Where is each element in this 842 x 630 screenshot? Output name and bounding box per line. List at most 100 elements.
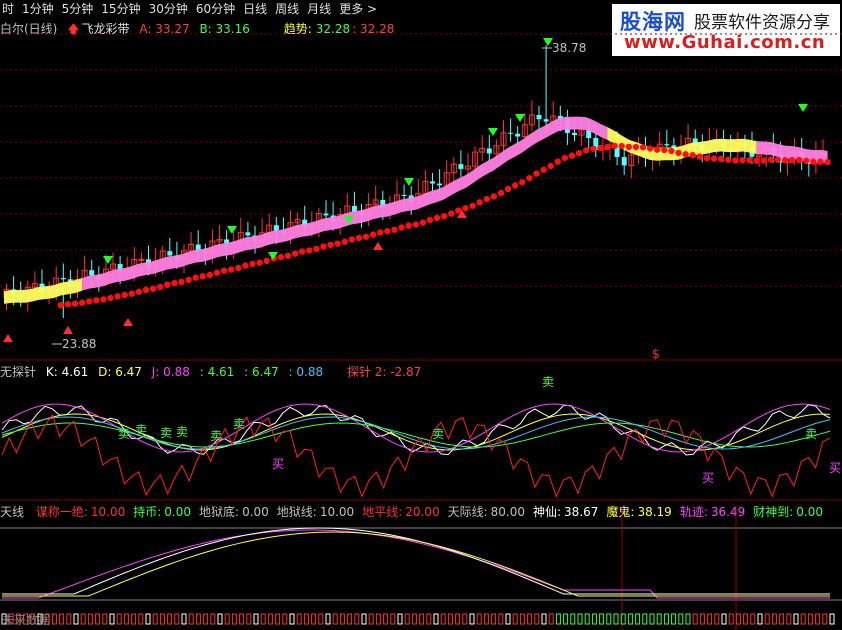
trend-dot xyxy=(448,210,455,217)
trend-dot xyxy=(57,301,64,309)
candle-body xyxy=(543,119,549,122)
volume-bar xyxy=(303,613,309,625)
trend-dot xyxy=(590,145,597,152)
trend-dot xyxy=(149,285,157,292)
trend-dot xyxy=(256,259,263,266)
volume-bar xyxy=(591,613,597,625)
trend-dot xyxy=(398,224,405,231)
candle-body xyxy=(437,183,443,186)
candle-body xyxy=(486,148,492,154)
trend-dot xyxy=(760,157,767,164)
trend-dot xyxy=(512,182,519,189)
trend-dot xyxy=(767,156,774,163)
trend-dot xyxy=(263,257,270,265)
buy-signal-label: 买 xyxy=(272,457,284,471)
trend-dot xyxy=(206,271,214,279)
volume-bar xyxy=(145,613,151,625)
volume-bar xyxy=(217,613,223,625)
trend-dot xyxy=(78,299,86,306)
down-arrow-icon xyxy=(515,114,525,122)
volume-bar xyxy=(87,613,93,625)
trend-dot xyxy=(646,145,654,152)
trend-dot xyxy=(142,286,150,294)
up-arrow-icon xyxy=(63,326,73,334)
volume-bar xyxy=(275,613,281,625)
candle-body xyxy=(138,258,145,261)
sell-signal-label: 卖 xyxy=(176,425,188,439)
volume-bar xyxy=(721,613,727,625)
volume-bar xyxy=(570,613,576,625)
volume-bar xyxy=(613,613,619,625)
trend-dot xyxy=(341,238,348,245)
trend-dot xyxy=(299,248,306,255)
sell-signal-label: 卖 xyxy=(432,427,444,441)
trend-dot xyxy=(810,158,817,165)
trend-dot xyxy=(774,156,782,163)
trend-dot xyxy=(93,297,100,304)
volume-bar xyxy=(534,613,540,625)
volume-bar xyxy=(318,613,324,625)
trend-dot xyxy=(107,294,114,302)
trend-dot xyxy=(710,155,718,162)
trend-dot xyxy=(242,262,249,269)
trend-dot xyxy=(739,157,746,164)
volume-bar xyxy=(102,613,108,625)
volume-bar xyxy=(433,613,439,625)
volume-bar xyxy=(807,613,813,625)
trend-dot xyxy=(64,301,72,308)
volume-bar xyxy=(642,613,648,625)
volume-bar xyxy=(447,613,453,625)
volume-bar xyxy=(404,613,410,625)
volume-bar xyxy=(95,613,101,625)
sell-signal-label: 卖 xyxy=(210,429,222,443)
up-arrow-icon xyxy=(123,318,133,326)
volume-bar xyxy=(368,613,374,625)
sell-signal-label: 卖 xyxy=(118,427,130,441)
buy-signal-label: 买 xyxy=(829,461,841,475)
down-arrow-icon xyxy=(404,178,414,186)
candle-body xyxy=(351,205,357,212)
trend-dot xyxy=(824,158,831,166)
trend-dot xyxy=(817,158,824,165)
volume-bar xyxy=(159,613,165,625)
volume-bar xyxy=(397,613,403,625)
trend-dot xyxy=(426,216,434,224)
trend-dot xyxy=(391,226,398,233)
trend-dot xyxy=(504,185,512,193)
volume-bar xyxy=(750,613,756,625)
volume-bar xyxy=(440,613,446,625)
volume-bar xyxy=(181,613,187,625)
trend-dot xyxy=(533,170,540,177)
trend-dot xyxy=(696,153,703,160)
candle-body xyxy=(572,132,577,136)
volume-bar xyxy=(347,613,353,625)
trend-dot xyxy=(320,243,327,250)
volume-bar xyxy=(692,613,698,625)
candle-body xyxy=(536,114,542,120)
volume-bar xyxy=(411,613,417,625)
down-arrow-icon xyxy=(798,104,808,112)
trend-dot xyxy=(554,158,561,165)
volume-bar xyxy=(786,613,792,625)
trend-dot xyxy=(249,260,256,268)
trend-dot xyxy=(675,149,682,157)
volume-bar xyxy=(800,613,806,625)
volume-bar xyxy=(462,613,468,625)
trend-dot xyxy=(220,267,228,274)
volume-bar xyxy=(131,613,137,625)
volume-bar xyxy=(80,613,86,625)
volume-bar xyxy=(419,613,425,625)
trend-dot xyxy=(135,288,143,295)
trend-dot xyxy=(128,290,135,297)
trend-dot xyxy=(796,156,803,164)
trend-dot xyxy=(540,166,547,173)
trend-dot xyxy=(348,236,356,243)
volume-bar xyxy=(671,613,677,625)
volume-bar xyxy=(793,613,799,625)
volume-bar xyxy=(188,613,194,625)
volume-bar xyxy=(476,613,482,625)
trend-dot xyxy=(490,193,498,200)
volume-bar xyxy=(505,613,511,625)
trend-dot xyxy=(377,229,384,236)
trend-dot xyxy=(121,291,128,299)
